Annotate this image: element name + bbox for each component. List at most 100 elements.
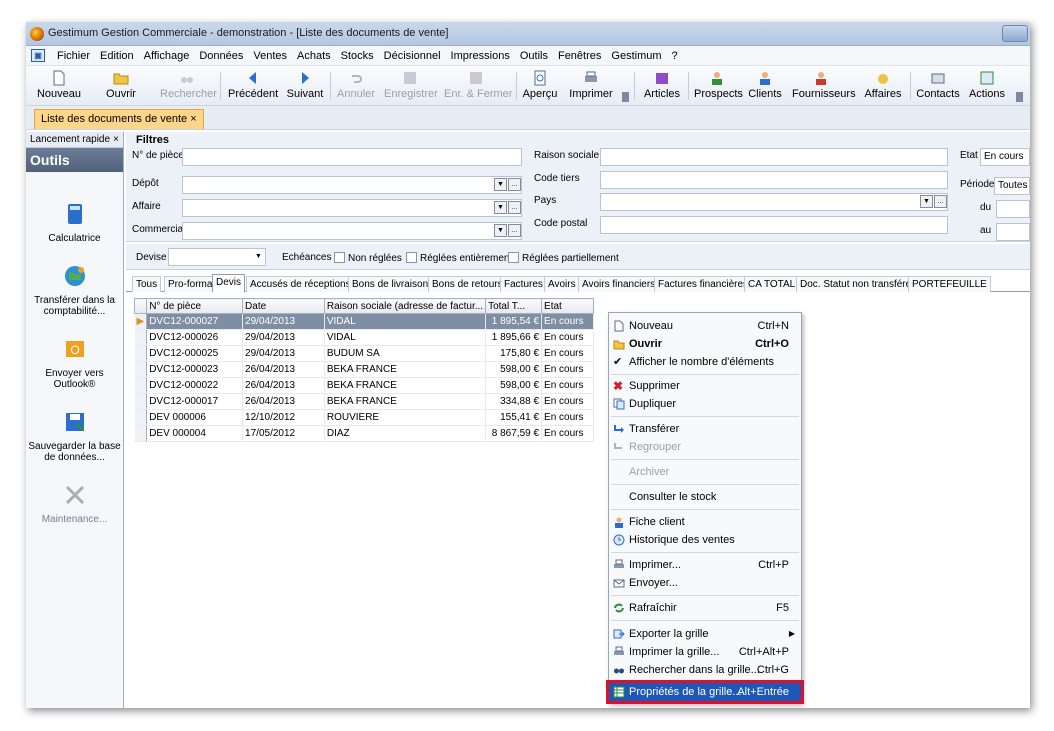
menu-stocks[interactable]: Stocks [336, 50, 379, 62]
menu-edition[interactable]: Edition [95, 50, 139, 62]
tab-bons-retours[interactable]: Bons de retours [428, 276, 507, 292]
table-row[interactable]: DVC12-000026 29/04/2013 VIDAL 1 895,66 €… [134, 329, 594, 346]
table-row[interactable]: DVC12-000017 26/04/2013 BEKA FRANCE 334,… [134, 393, 594, 410]
menu-item-archiver[interactable]: Archiver [609, 463, 801, 481]
rechercher-button[interactable]: Rechercher [160, 68, 217, 104]
non-reglees-checkbox[interactable]: Non réglées [334, 252, 402, 264]
suivant-button[interactable]: Suivant [286, 68, 324, 104]
menu-fichier[interactable]: Fichier [52, 50, 95, 62]
toolbar-grip[interactable] [622, 92, 629, 102]
tab-bons-livraisons[interactable]: Bons de livraisons [348, 276, 438, 292]
table-row[interactable]: DVC12-000025 29/04/2013 BUDUM SA 175,80 … [134, 345, 594, 362]
enregistrer-button[interactable]: Enregistrer [384, 68, 438, 104]
menu-affichage[interactable]: Affichage [139, 50, 195, 62]
pays-input[interactable] [600, 193, 948, 211]
transferer-compta-item[interactable]: Transférer dans la comptabilité... [26, 264, 123, 317]
commercial-browse[interactable]: … [508, 224, 521, 237]
prospects-button[interactable]: Prospects [694, 68, 743, 104]
pays-browse[interactable]: … [934, 195, 947, 208]
menu-item-nouveau[interactable]: Nouveau Ctrl+N [609, 317, 801, 335]
column-header-date[interactable]: Date [242, 298, 325, 314]
reglees-partiellement-checkbox[interactable]: Réglées partiellement [508, 252, 619, 264]
tab-pro-forma[interactable]: Pro-forma [164, 276, 217, 292]
code-postal-input[interactable] [600, 216, 948, 234]
menu-item-envoyer[interactable]: Envoyer... [609, 574, 801, 592]
affaire-browse[interactable]: … [508, 201, 521, 214]
tab-tous[interactable]: Tous [132, 276, 162, 292]
tab-liste-documents-vente[interactable]: Liste des documents de vente × [34, 109, 204, 129]
menu-item-transferer[interactable]: Transférer [609, 420, 801, 438]
raison-sociale-input[interactable] [600, 148, 948, 166]
sauvegarder-base-item[interactable]: Sauvegarder la base de données... [26, 410, 123, 463]
ouvrir-button[interactable]: Ouvrir [104, 68, 138, 104]
affaire-dropdown[interactable]: ▼ [494, 201, 507, 214]
calculatrice-item[interactable]: Calculatrice [26, 202, 123, 244]
actions-button[interactable]: Actions [968, 68, 1006, 104]
menu-item-rafraichir[interactable]: Rafraîchir F5 [609, 599, 801, 617]
menu-gestimum[interactable]: Gestimum [606, 50, 666, 62]
commercial-input[interactable] [182, 222, 522, 240]
affaire-input[interactable] [182, 199, 522, 217]
precedent-button[interactable]: Précédent [228, 68, 278, 104]
tab-accuses-receptions[interactable]: Accusés de réceptions [246, 276, 355, 292]
enr-fermer-button[interactable]: Enr. & Fermer [444, 68, 512, 104]
menu-decisionnel[interactable]: Décisionnel [379, 50, 446, 62]
tab-portefeuille[interactable]: PORTEFEUILLE [908, 276, 991, 292]
menu-item-consulter-stock[interactable]: Consulter le stock [609, 488, 801, 506]
tab-avoirs[interactable]: Avoirs [544, 276, 580, 292]
column-header-num-piece[interactable]: N° de pièce [146, 298, 244, 314]
date-au-input[interactable] [996, 223, 1030, 241]
menu-item-imprimer-grille[interactable]: Imprimer la grille... Ctrl+Alt+P [609, 643, 801, 661]
menu-item-rechercher-grille[interactable]: Rechercher dans la grille... Ctrl+G [609, 661, 801, 679]
reglees-entierement-checkbox[interactable]: Réglées entièrement [406, 252, 512, 264]
depot-input[interactable] [182, 176, 522, 194]
tab-factures-financieres[interactable]: Factures financières [654, 276, 753, 292]
maintenance-item[interactable]: Maintenance... [26, 483, 123, 525]
column-header-etat[interactable]: Etat [541, 298, 594, 314]
menu-item-imprimer[interactable]: Imprimer... Ctrl+P [609, 556, 801, 574]
pays-dropdown[interactable]: ▼ [920, 195, 933, 208]
periode-select[interactable]: Toutes [994, 177, 1030, 195]
articles-button[interactable]: Articles [642, 68, 682, 104]
depot-dropdown[interactable]: ▼ [494, 178, 507, 191]
etat-select[interactable]: En cours [980, 148, 1030, 166]
menu-item-regrouper[interactable]: Regrouper [609, 438, 801, 456]
close-icon[interactable]: × [190, 113, 196, 125]
system-menu-icon[interactable]: ▣ [31, 49, 45, 62]
commercial-dropdown[interactable]: ▼ [494, 224, 507, 237]
menu-fenetres[interactable]: Fenêtres [553, 50, 606, 62]
tab-doc-statut-non-transfere[interactable]: Doc. Statut non transféré [796, 276, 916, 292]
table-row[interactable]: ▶ DVC12-000027 29/04/2013 VIDAL 1 895,54… [134, 313, 594, 330]
clients-button[interactable]: Clients [748, 68, 782, 104]
menu-achats[interactable]: Achats [292, 50, 336, 62]
menu-item-afficher-nombre[interactable]: ✔ Afficher le nombre d'éléments [609, 353, 801, 371]
column-header-raison-sociale[interactable]: Raison sociale (adresse de factur... [323, 298, 487, 314]
apercu-button[interactable]: Aperçu [522, 68, 558, 104]
table-row[interactable]: DEV 000006 12/10/2012 ROUVIERE 155,41 € … [134, 409, 594, 426]
chevron-down-icon[interactable]: ▼ [252, 251, 265, 264]
menu-item-fiche-client[interactable]: Fiche client [609, 513, 801, 531]
menu-item-ouvrir[interactable]: Ouvrir Ctrl+O [609, 335, 801, 353]
tab-devis[interactable]: Devis [212, 274, 246, 292]
envoyer-outlook-item[interactable]: O Envoyer vers Outlook® [26, 337, 123, 390]
menu-impressions[interactable]: Impressions [446, 50, 515, 62]
menu-donnees[interactable]: Données [194, 50, 248, 62]
window-control-button[interactable] [1002, 25, 1028, 42]
contacts-button[interactable]: Contacts [916, 68, 960, 104]
date-du-input[interactable] [996, 200, 1030, 218]
menu-outils[interactable]: Outils [515, 50, 553, 62]
imprimer-button[interactable]: Imprimer [568, 68, 614, 104]
menu-item-dupliquer[interactable]: Dupliquer [609, 395, 801, 413]
table-row[interactable]: DEV 000004 17/05/2012 DIAZ 8 867,59 € En… [134, 425, 594, 442]
tab-ca-total[interactable]: CA TOTAL [744, 276, 800, 292]
menu-item-proprietes-grille[interactable]: Propriétés de la grille... Alt+Entrée [606, 680, 804, 704]
menu-ventes[interactable]: Ventes [248, 50, 292, 62]
menu-help[interactable]: ? [667, 50, 683, 62]
nouveau-button[interactable]: Nouveau [36, 68, 82, 104]
fournisseurs-button[interactable]: Fournisseurs [792, 68, 856, 104]
table-row[interactable]: DVC12-000022 26/04/2013 BEKA FRANCE 598,… [134, 377, 594, 394]
annuler-button[interactable]: Annuler [336, 68, 376, 104]
menu-item-supprimer[interactable]: ✖ Supprimer [609, 377, 801, 395]
code-tiers-input[interactable] [600, 171, 948, 189]
depot-browse[interactable]: … [508, 178, 521, 191]
